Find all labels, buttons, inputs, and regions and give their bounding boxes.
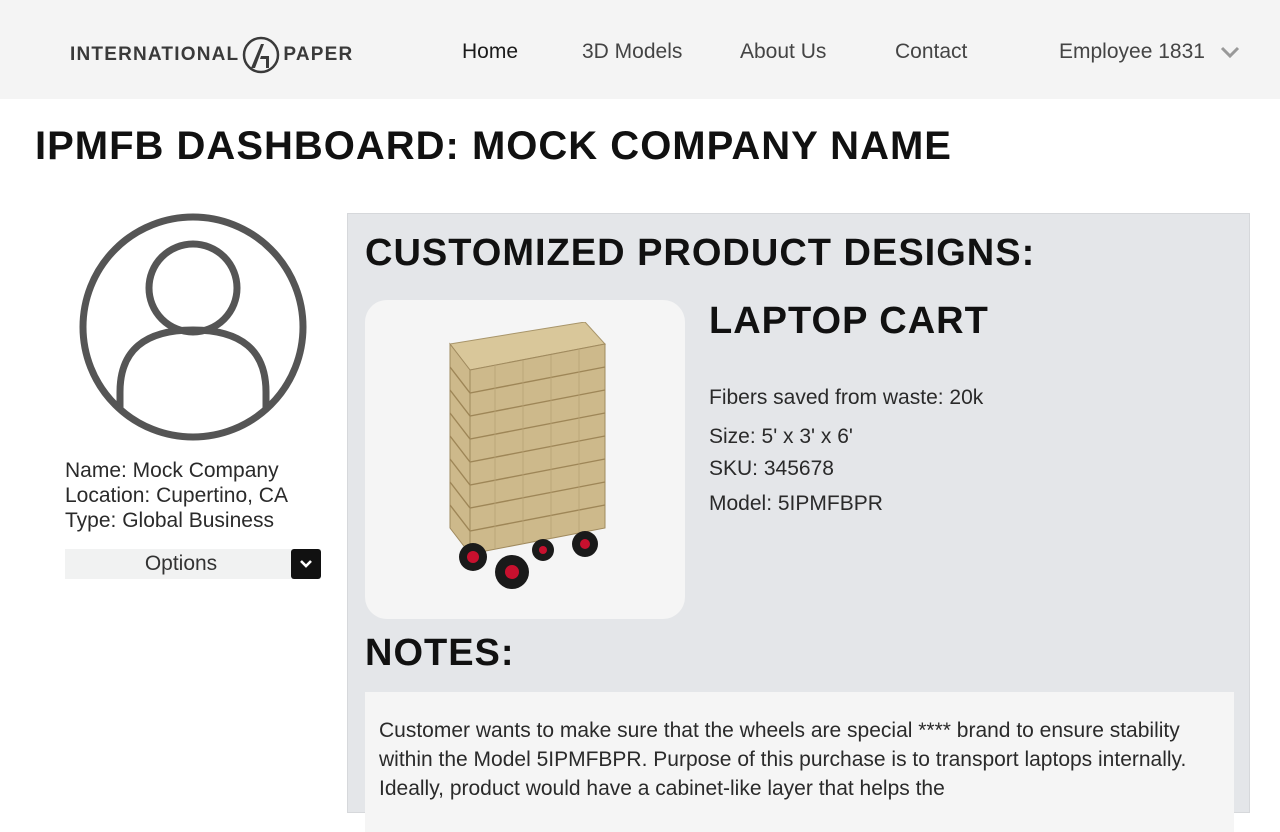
logo-text-right: PAPER [283,44,354,65]
chevron-down-icon [300,560,312,568]
nav-contact[interactable]: Contact [895,40,967,64]
options-label: Options [144,552,218,575]
logo-text-left: INTERNATIONAL [70,44,240,65]
product-size: Size: 5' x 3' x 6' [709,425,853,448]
top-navigation-bar: INTERNATIONAL PAPER Home 3D Models About… [0,0,1280,99]
nav-home[interactable]: Home [462,40,518,64]
product-fibers: Fibers saved from waste: 20k [709,386,984,409]
user-menu[interactable]: Employee 1831 [1059,40,1241,64]
nav-3d-models[interactable]: 3D Models [582,40,682,64]
product-designs-panel: CUSTOMIZED PRODUCT DESIGNS: LAPTOP CART … [347,213,1250,832]
laptop-cart-image [449,322,606,589]
product-image-card[interactable] [365,300,685,619]
profile-type: Type: Global Business [65,509,274,532]
section-title-notes: NOTES: [365,632,515,674]
company-logo[interactable]: INTERNATIONAL PAPER [70,36,353,74]
notes-text: Customer wants to make sure that the whe… [365,692,1234,832]
profile-name: Name: Mock Company [65,459,279,482]
nav-about-us[interactable]: About Us [740,40,826,64]
profile-location: Location: Cupertino, CA [65,484,288,507]
chevron-down-icon [1220,46,1239,59]
user-name: Employee 1831 [1059,40,1205,63]
profile-info: Name: Mock Company Location: Cupertino, … [65,458,288,533]
product-sku: SKU: 345678 [709,457,834,480]
user-avatar-icon [79,213,307,441]
options-dropdown[interactable]: Options [65,549,321,579]
product-name: LAPTOP CART [709,300,989,342]
options-toggle-button[interactable] [291,549,321,579]
page-title: IPMFB DASHBOARD: MOCK COMPANY NAME [35,124,952,168]
logo-mark-icon [243,36,280,74]
product-model: Model: 5IPMFBPR [709,492,883,515]
section-title-designs: CUSTOMIZED PRODUCT DESIGNS: [365,232,1036,274]
